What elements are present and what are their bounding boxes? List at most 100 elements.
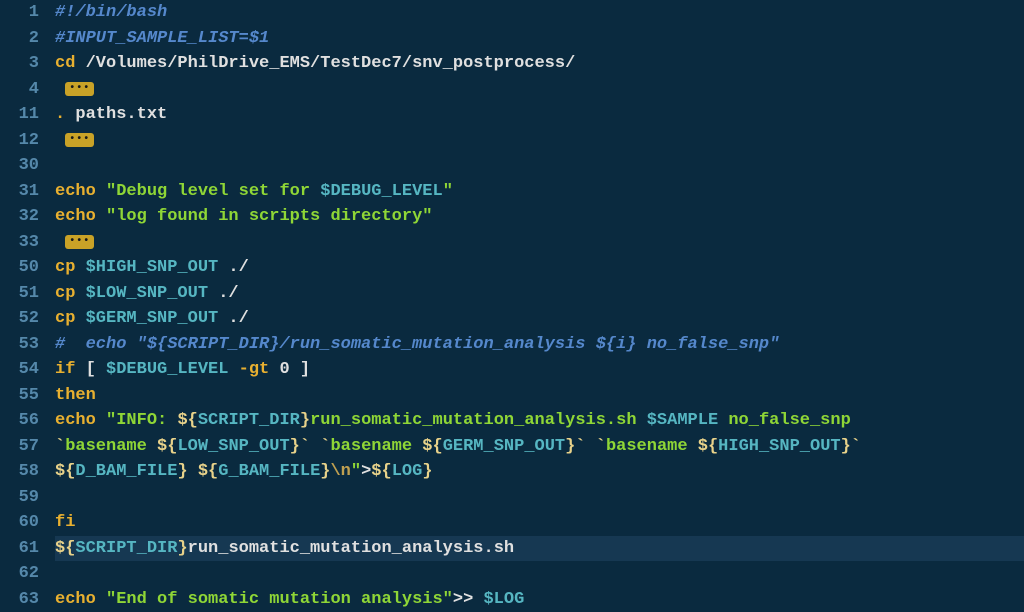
token-text <box>228 357 238 383</box>
code-line[interactable]: fi <box>55 510 1024 536</box>
token-keyword: fi <box>55 510 75 536</box>
line-number: 50 <box>0 255 39 281</box>
line-number: 30 <box>0 153 39 179</box>
line-number: 56 <box>0 408 39 434</box>
token-varbrace: } <box>320 459 330 485</box>
code-line[interactable] <box>55 153 1024 179</box>
token-text: paths.txt <box>65 102 167 128</box>
line-number: 31 <box>0 179 39 205</box>
code-line[interactable]: ••• <box>55 128 1024 154</box>
token-text <box>75 306 85 332</box>
token-escape: \n <box>330 459 350 485</box>
token-var: LOW_SNP_OUT <box>177 434 289 460</box>
line-number: 33 <box>0 230 39 256</box>
token-text <box>96 408 106 434</box>
token-varbrace: } <box>177 459 187 485</box>
code-line[interactable]: cp $LOW_SNP_OUT ./ <box>55 281 1024 307</box>
token-builtin: . <box>55 102 65 128</box>
token-text <box>96 204 106 230</box>
code-line[interactable]: ••• <box>55 77 1024 103</box>
code-line[interactable]: `basename ${LOW_SNP_OUT}` `basename ${GE… <box>55 434 1024 460</box>
token-comment: #INPUT_SAMPLE_LIST=$1 <box>55 26 269 52</box>
token-var: SCRIPT_DIR <box>75 536 177 562</box>
code-line[interactable]: ${D_BAM_FILE} ${G_BAM_FILE}\n">${LOG} <box>55 459 1024 485</box>
line-number: 51 <box>0 281 39 307</box>
fold-marker-icon[interactable]: ••• <box>65 82 94 96</box>
line-number: 61 <box>0 536 39 562</box>
token-string: no_false_snp <box>718 408 851 434</box>
token-varbrace: ${ <box>371 459 391 485</box>
code-line[interactable]: ••• <box>55 230 1024 256</box>
token-keyword: then <box>55 383 96 409</box>
token-comment: #!/bin/bash <box>55 0 167 26</box>
token-var: G_BAM_FILE <box>218 459 320 485</box>
fold-marker-icon[interactable]: ••• <box>65 235 94 249</box>
code-editor[interactable]: 1234111230313233505152535455565758596061… <box>0 0 1024 547</box>
token-var: $SAMPLE <box>647 408 718 434</box>
code-line[interactable] <box>55 485 1024 511</box>
token-text <box>75 281 85 307</box>
token-string <box>310 434 320 460</box>
code-line[interactable]: #!/bin/bash <box>55 0 1024 26</box>
line-number: 52 <box>0 306 39 332</box>
code-line[interactable]: echo "Debug level set for $DEBUG_LEVEL" <box>55 179 1024 205</box>
token-builtin: cp <box>55 306 75 332</box>
line-number: 1 <box>0 0 39 26</box>
token-varbrace: }` <box>565 434 585 460</box>
token-text: [ <box>75 357 106 383</box>
token-varbrace: }` <box>290 434 310 460</box>
token-string: " <box>443 179 453 205</box>
token-var: HIGH_SNP_OUT <box>718 434 840 460</box>
token-text <box>96 587 106 612</box>
token-varbrace: ` <box>55 434 65 460</box>
code-line[interactable]: cd /Volumes/PhilDrive_EMS/TestDec7/snv_p… <box>55 51 1024 77</box>
line-number: 11 <box>0 102 39 128</box>
code-content[interactable]: #!/bin/bash#INPUT_SAMPLE_LIST=$1cd /Volu… <box>55 0 1024 547</box>
fold-marker-icon[interactable]: ••• <box>65 133 94 147</box>
token-text: run_somatic_mutation_analysis.sh <box>188 536 514 562</box>
token-varbrace: } <box>422 459 432 485</box>
code-line[interactable]: ${SCRIPT_DIR}run_somatic_mutation_analys… <box>55 536 1024 562</box>
token-varbrace: ` <box>320 434 330 460</box>
token-varbrace: }` <box>841 434 861 460</box>
code-line[interactable]: then <box>55 383 1024 409</box>
token-path: /Volumes/PhilDrive_EMS/TestDec7/snv_post… <box>86 51 576 77</box>
token-varbrace: ${ <box>422 434 442 460</box>
line-number: 60 <box>0 510 39 536</box>
code-line[interactable]: echo "log found in scripts directory" <box>55 204 1024 230</box>
line-number: 12 <box>0 128 39 154</box>
token-varbrace: ${ <box>157 434 177 460</box>
token-string: run_somatic_mutation_analysis.sh <box>310 408 647 434</box>
token-text <box>75 51 85 77</box>
line-number: 32 <box>0 204 39 230</box>
code-line[interactable]: if [ $DEBUG_LEVEL -gt 0 ] <box>55 357 1024 383</box>
code-line[interactable]: echo "End of somatic mutation analysis">… <box>55 587 1024 612</box>
token-builtin: echo <box>55 408 96 434</box>
token-builtin: echo <box>55 587 96 612</box>
token-text <box>75 255 85 281</box>
token-string: basename <box>65 434 157 460</box>
token-comment: # echo "${SCRIPT_DIR}/run_somatic_mutati… <box>55 332 779 358</box>
token-var: $DEBUG_LEVEL <box>106 357 228 383</box>
line-number: 58 <box>0 459 39 485</box>
token-varbrace: ${ <box>55 459 75 485</box>
token-varbrace: ` <box>596 434 606 460</box>
token-string: " <box>351 459 361 485</box>
token-string <box>188 459 198 485</box>
code-line[interactable]: # echo "${SCRIPT_DIR}/run_somatic_mutati… <box>55 332 1024 358</box>
token-string: basename <box>330 434 422 460</box>
token-builtin: cd <box>55 51 75 77</box>
code-line[interactable]: cp $GERM_SNP_OUT ./ <box>55 306 1024 332</box>
line-number: 57 <box>0 434 39 460</box>
token-builtin: echo <box>55 179 96 205</box>
code-line[interactable]: #INPUT_SAMPLE_LIST=$1 <box>55 26 1024 52</box>
token-var: LOG <box>392 459 423 485</box>
token-var: GERM_SNP_OUT <box>443 434 565 460</box>
line-number: 53 <box>0 332 39 358</box>
code-line[interactable]: . paths.txt <box>55 102 1024 128</box>
code-line[interactable]: echo "INFO: ${SCRIPT_DIR}run_somatic_mut… <box>55 408 1024 434</box>
code-line[interactable] <box>55 561 1024 587</box>
code-line[interactable]: cp $HIGH_SNP_OUT ./ <box>55 255 1024 281</box>
token-string: "INFO: <box>106 408 177 434</box>
token-op: -gt <box>239 357 270 383</box>
